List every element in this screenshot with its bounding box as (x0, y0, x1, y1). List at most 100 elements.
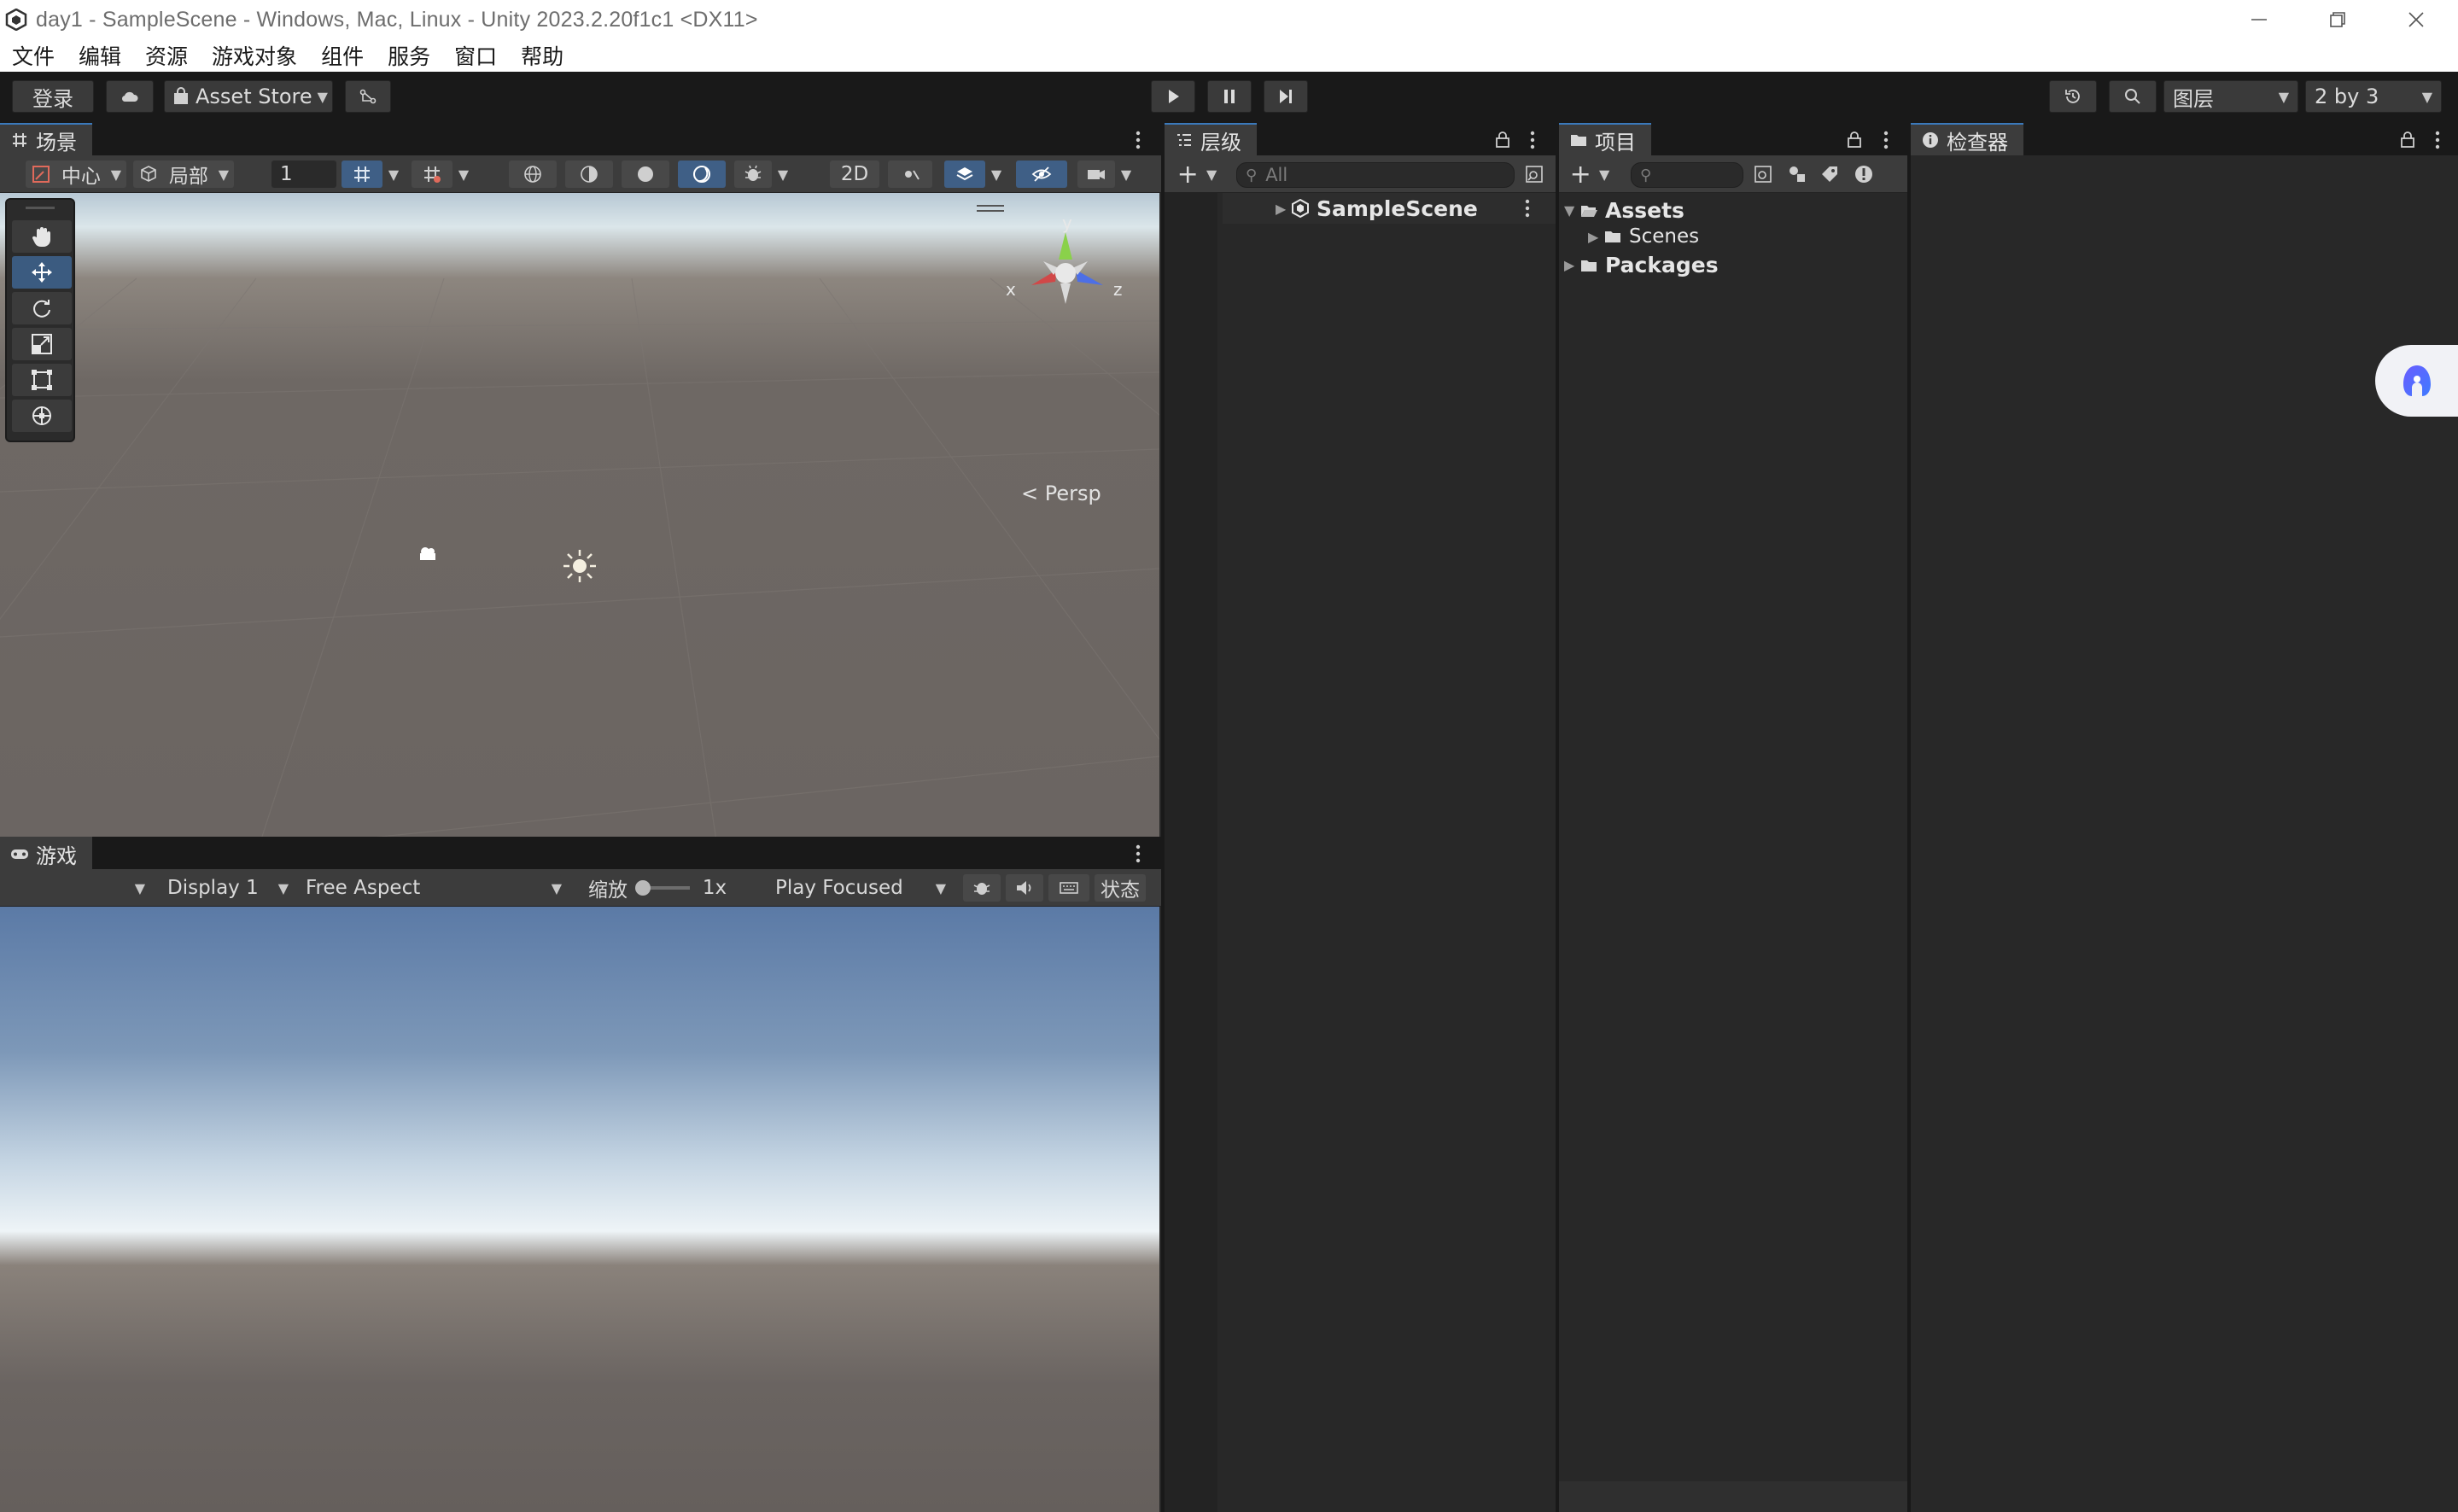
scale-slider-thumb[interactable] (635, 880, 651, 896)
layers-dropdown[interactable]: 图层 ▼ (2163, 80, 2298, 113)
perspective-toggle[interactable]: < Persp (1021, 482, 1101, 505)
debug-draw-mode-button[interactable] (734, 161, 772, 188)
transform-tool[interactable] (12, 400, 72, 432)
lock-icon[interactable] (1846, 130, 1863, 149)
scale-tool[interactable] (12, 328, 72, 360)
filter-by-label-button[interactable] (1815, 161, 1844, 188)
close-button[interactable] (2377, 0, 2455, 39)
filter-by-type-button[interactable] (1783, 161, 1812, 188)
search-by-type-button[interactable] (1520, 161, 1549, 188)
scene-visibility-button[interactable] (1016, 161, 1067, 188)
pivot-dropdown[interactable]: 中心 ▼ (26, 161, 126, 188)
shaded-wireframe-button[interactable] (565, 161, 613, 188)
increment-snap-menu[interactable]: ▼ (454, 161, 473, 188)
tree-item-assets[interactable]: ▼ Assets (1564, 198, 1684, 223)
debug-draw-menu[interactable]: ▼ (774, 161, 792, 188)
menu-gameobject[interactable]: 游戏对象 (212, 40, 297, 71)
wireframe-shading-button[interactable] (509, 161, 557, 188)
version-control-button[interactable] (345, 80, 391, 113)
step-button[interactable] (1264, 80, 1308, 113)
toggle-lighting-button[interactable] (888, 161, 932, 188)
hidden-packages-button[interactable] (1849, 161, 1878, 188)
asset-store-button[interactable]: Asset Store ▼ (164, 80, 333, 113)
gizmo-y-label: y (1062, 215, 1072, 233)
overlay-drag-handle[interactable] (26, 207, 55, 209)
play-mode-dropdown[interactable]: Play Focused ▼ (768, 874, 953, 902)
search-button[interactable] (2109, 80, 2157, 113)
display-dropdown[interactable]: Display 1 ▼ (157, 874, 299, 902)
aspect-dropdown[interactable]: Free Aspect ▼ (301, 874, 569, 902)
effects-button[interactable] (944, 161, 985, 188)
more-options-icon[interactable] (1882, 130, 1890, 150)
menu-services[interactable]: 服务 (388, 40, 430, 71)
create-asset-dropdown[interactable]: + ▼ (1566, 160, 1614, 190)
expand-arrow-icon[interactable]: ▶ (1276, 201, 1291, 217)
rotate-tool[interactable] (12, 292, 72, 324)
grid-snap-button[interactable] (342, 161, 382, 188)
more-options-icon[interactable] (1523, 198, 1532, 219)
hierarchy-search-input[interactable]: ⚲ All (1236, 162, 1515, 188)
login-button[interactable]: 登录 (12, 80, 94, 113)
sun-gizmo-icon[interactable] (560, 546, 599, 586)
scene-row-samplescene[interactable]: ▶ SampleScene (1223, 193, 1556, 224)
tree-item-scenes[interactable]: ▶ Scenes (1588, 225, 1699, 248)
move-tool[interactable] (12, 256, 72, 289)
rect-tool[interactable] (12, 364, 72, 396)
tab-inspector[interactable]: 检查器 (1911, 123, 2023, 155)
expand-arrow-icon[interactable]: ▶ (1588, 229, 1603, 245)
menu-help[interactable]: 帮助 (521, 40, 563, 71)
game-view-type-dropdown[interactable]: ▼ (2, 874, 152, 902)
open-folder-icon (1581, 205, 1597, 217)
search-window-button[interactable] (1749, 161, 1778, 188)
space-dropdown[interactable]: 局部 ▼ (133, 161, 234, 188)
menu-file[interactable]: 文件 (12, 40, 55, 71)
increment-snap-button[interactable] (412, 161, 452, 188)
more-options-icon[interactable] (1134, 844, 1142, 864)
expand-arrow-icon[interactable]: ▶ (1564, 257, 1579, 273)
minimize-button[interactable] (2220, 0, 2298, 39)
tab-hierarchy[interactable]: 层级 (1165, 123, 1257, 155)
unlit-shading-button[interactable] (678, 161, 726, 188)
grid-snap-menu[interactable]: ▼ (384, 161, 403, 188)
keyboard-icon (1060, 882, 1078, 894)
layout-dropdown[interactable]: 2 by 3 ▼ (2305, 80, 2442, 113)
more-options-icon[interactable] (1528, 130, 1537, 150)
menu-window[interactable]: 窗口 (454, 40, 497, 71)
pause-button[interactable] (1207, 80, 1252, 113)
lock-icon[interactable] (1494, 130, 1511, 149)
hand-tool[interactable] (12, 220, 72, 253)
tab-game[interactable]: 游戏 (0, 837, 92, 869)
frame-debugger-button[interactable] (963, 874, 1001, 902)
menu-edit[interactable]: 编辑 (79, 40, 121, 71)
toggle-2d-button[interactable]: 2D (830, 161, 879, 188)
project-search-input[interactable]: ⚲ (1631, 162, 1743, 188)
stats-button[interactable]: 状态 (1095, 874, 1146, 902)
menu-assets[interactable]: 资源 (145, 40, 188, 71)
scale-slider[interactable] (635, 880, 690, 896)
lock-icon[interactable] (2399, 130, 2416, 149)
mute-audio-button[interactable] (1006, 874, 1043, 902)
camera-gizmo-icon[interactable] (415, 543, 442, 565)
restore-button[interactable] (2298, 0, 2377, 39)
undo-history-button[interactable] (2049, 80, 2097, 113)
tree-item-packages[interactable]: ▶ Packages (1564, 253, 1719, 277)
grid-size-field[interactable]: 1 (271, 161, 336, 188)
shaded-button[interactable] (622, 161, 669, 188)
expand-arrow-icon[interactable]: ▼ (1564, 202, 1579, 219)
orientation-gizmo[interactable]: y x z (994, 215, 1139, 343)
assistant-floating-button[interactable] (2375, 345, 2458, 417)
game-viewport[interactable] (0, 907, 1159, 1512)
play-button[interactable] (1151, 80, 1195, 113)
menu-component[interactable]: 组件 (321, 40, 364, 71)
overlay-menu-handle[interactable] (977, 205, 1004, 212)
tab-scene[interactable]: 场景 (0, 123, 92, 155)
camera-settings-button[interactable] (1077, 161, 1115, 188)
create-dropdown[interactable]: + ▼ (1173, 160, 1221, 190)
more-options-icon[interactable] (2433, 130, 2442, 150)
cloud-button[interactable] (106, 80, 154, 113)
effects-menu[interactable]: ▼ (987, 161, 1006, 188)
more-options-icon[interactable] (1134, 130, 1142, 150)
keyboard-shortcuts-button[interactable] (1048, 874, 1089, 902)
camera-settings-menu[interactable]: ▼ (1117, 161, 1136, 188)
tab-project[interactable]: 项目 (1559, 123, 1651, 155)
